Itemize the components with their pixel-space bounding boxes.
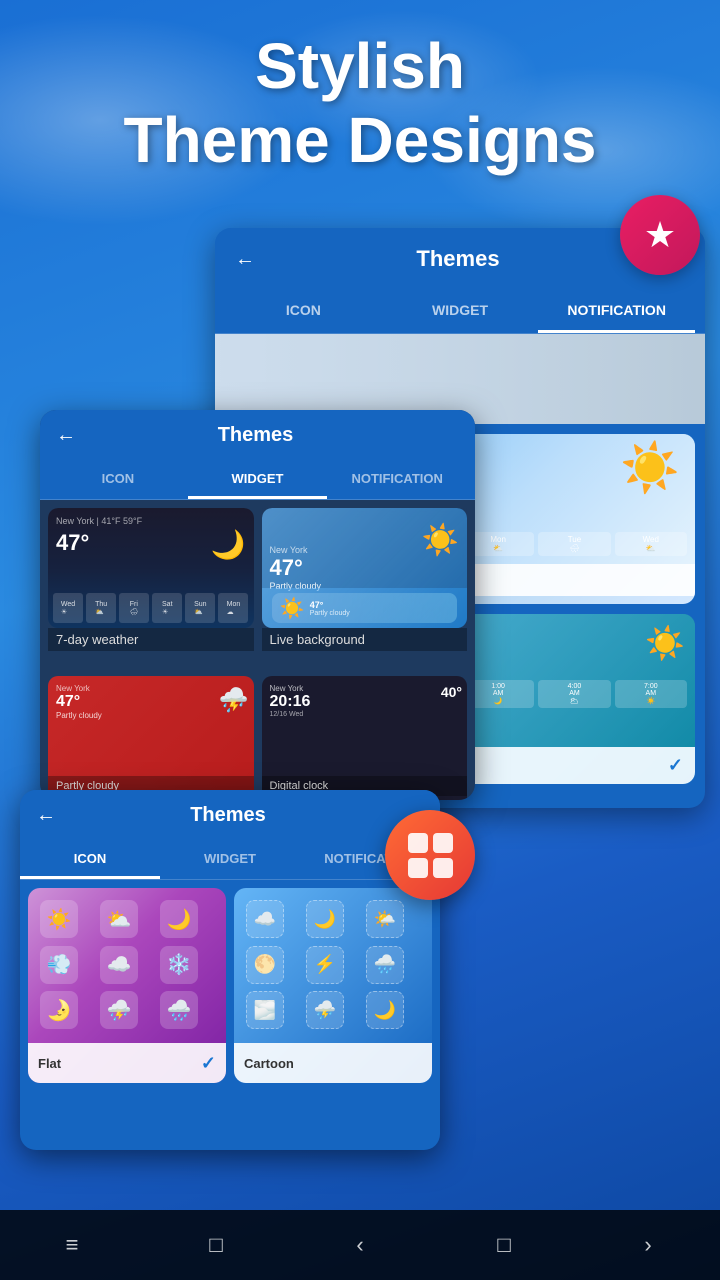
- panel-themes-widget: ← Themes ICON WIDGET NOTIFICATION New Yo…: [40, 410, 475, 800]
- fab-dot-2: [433, 833, 453, 853]
- flat-icon-7: 🌛: [40, 991, 78, 1029]
- cartoon-icon-5: ⚡: [306, 946, 344, 984]
- cartoon-theme-name: Cartoon: [244, 1056, 294, 1071]
- panel-front-tabs: ICON WIDGET NOTIFICATION: [20, 841, 440, 880]
- cartoon-theme-card[interactable]: ☁️ 🌙 🌤️ 🌕 ⚡ 🌧️ 🌫️ ⛈️ 🌙 Cartoon: [234, 888, 432, 1083]
- panel-front-content: ☀️ ⛅ 🌙 💨 ☁️ ❄️ 🌛 ⛈️ 🌧️ Flat ✓ ☁️ 🌙 🌤️ �: [20, 880, 440, 1091]
- tab-widget-front[interactable]: WIDGET: [160, 841, 300, 879]
- flat-icons-grid: ☀️ ⛅ 🌙 💨 ☁️ ❄️ 🌛 ⛈️ 🌧️: [28, 888, 226, 1043]
- fab-dot-1: [408, 833, 428, 853]
- panel-mid-header: ← Themes: [40, 410, 475, 461]
- nav-home[interactable]: □: [186, 1225, 246, 1265]
- widget-dark-bg: New York | 41°F 59°F 47° 🌙 Wed☀ Thu⛅ Fri…: [48, 508, 254, 628]
- cartoon-icon-3: 🌤️: [366, 900, 404, 938]
- day-strip: Wed☀ Thu⛅ Fri🌧 Sat☀ Sun⛅ Mon☁: [53, 593, 249, 623]
- panel-back-tabs: ICON WIDGET NOTIFICATION: [215, 290, 705, 334]
- flat-icon-9: 🌧️: [160, 991, 198, 1029]
- fab-grid-icon: [403, 828, 458, 883]
- mini-widget-row2-2[interactable]: New York 20:16 12/16 Wed 40° Digital clo…: [262, 676, 468, 800]
- back-arrow-icon[interactable]: ←: [235, 248, 255, 271]
- panel-back-title: Themes: [255, 246, 661, 272]
- flat-icon-1: ☀️: [40, 900, 78, 938]
- mini-widget-7day[interactable]: New York | 41°F 59°F 47° 🌙 Wed☀ Thu⛅ Fri…: [48, 508, 254, 668]
- tab-icon-back[interactable]: ICON: [225, 290, 382, 333]
- cartoon-icon-6: 🌧️: [366, 946, 404, 984]
- flat-theme-card[interactable]: ☀️ ⛅ 🌙 💨 ☁️ ❄️ 🌛 ⛈️ 🌧️ Flat ✓: [28, 888, 226, 1083]
- sun-icon-glass: ☀️: [422, 523, 459, 558]
- tab-widget-mid[interactable]: WIDGET: [188, 461, 328, 499]
- badge-button[interactable]: ★: [620, 195, 700, 275]
- flat-icon-6: ❄️: [160, 946, 198, 984]
- cartoon-icon-1: ☁️: [246, 900, 284, 938]
- checkmark-icon: ✓: [668, 755, 683, 776]
- nav-recents[interactable]: □: [474, 1225, 534, 1265]
- widget2-temp: 47°: [270, 555, 460, 581]
- moon-icon: 🌙: [211, 528, 246, 561]
- fab-dot-4: [433, 858, 453, 878]
- widget1-label: 7-day weather: [48, 628, 254, 651]
- flat-icon-8: ⛈️: [100, 991, 138, 1029]
- sun-clouds-icon: ☀️: [620, 439, 680, 496]
- panel-front-header: ← Themes: [20, 790, 440, 841]
- flat-icon-3: 🌙: [160, 900, 198, 938]
- main-title: Stylish Theme Designs: [0, 30, 720, 177]
- flat-theme-name: Flat: [38, 1056, 61, 1071]
- mini-widget-row2-1[interactable]: New York 47° Partly cloudy ⛈️ Partly clo…: [48, 676, 254, 800]
- nav-menu[interactable]: ≡: [42, 1225, 102, 1265]
- widget1-location: New York | 41°F 59°F: [56, 516, 246, 526]
- back-arrow-mid-icon[interactable]: ←: [56, 424, 76, 447]
- cartoon-icon-7: 🌫️: [246, 991, 284, 1029]
- flat-icon-5: ☁️: [100, 946, 138, 984]
- cartoon-icons-grid: ☁️ 🌙 🌤️ 🌕 ⚡ 🌧️ 🌫️ ⛈️ 🌙: [234, 888, 432, 1043]
- nav-back[interactable]: ‹: [330, 1225, 390, 1265]
- flat-theme-label-row: Flat ✓: [28, 1043, 226, 1083]
- panel-front-title: Themes: [56, 804, 400, 827]
- nav-forward[interactable]: ›: [618, 1225, 678, 1265]
- flat-checkmark-icon: ✓: [201, 1053, 216, 1074]
- tab-icon-front[interactable]: ICON: [20, 841, 160, 879]
- star-icon: ★: [644, 214, 676, 256]
- panel-themes-icon: ← Themes ICON WIDGET NOTIFICATION ☀️ ⛅ 🌙…: [20, 790, 440, 1150]
- fab-dot-3: [408, 858, 428, 878]
- flat-icon-4: 💨: [40, 946, 78, 984]
- bottom-nav: ≡ □ ‹ □ ›: [0, 1210, 720, 1280]
- cartoon-icon-9: 🌙: [366, 991, 404, 1029]
- cartoon-icon-8: ⛈️: [306, 991, 344, 1029]
- fab-button[interactable]: [385, 810, 475, 900]
- cartoon-icon-4: 🌕: [246, 946, 284, 984]
- tab-icon-mid[interactable]: ICON: [48, 461, 188, 499]
- tab-notification-mid[interactable]: NOTIFICATION: [327, 461, 467, 499]
- cartoon-theme-label-row: Cartoon: [234, 1043, 432, 1083]
- widget2-label: Live background: [262, 628, 468, 651]
- tab-widget-back[interactable]: WIDGET: [382, 290, 539, 333]
- panel-mid-title: Themes: [76, 424, 435, 447]
- back-arrow-front-icon[interactable]: ←: [36, 804, 56, 827]
- panel-mid-content: New York | 41°F 59°F 47° 🌙 Wed☀ Thu⛅ Fri…: [40, 500, 475, 800]
- mini-widget-live[interactable]: New York 47° Partly cloudy ☀️ ☀️ 47° Par…: [262, 508, 468, 668]
- panel-mid-tabs: ICON WIDGET NOTIFICATION: [40, 461, 475, 500]
- cartoon-icon-2: 🌙: [306, 900, 344, 938]
- tab-notification-back[interactable]: NOTIFICATION: [538, 290, 695, 333]
- flat-icon-2: ⛅: [100, 900, 138, 938]
